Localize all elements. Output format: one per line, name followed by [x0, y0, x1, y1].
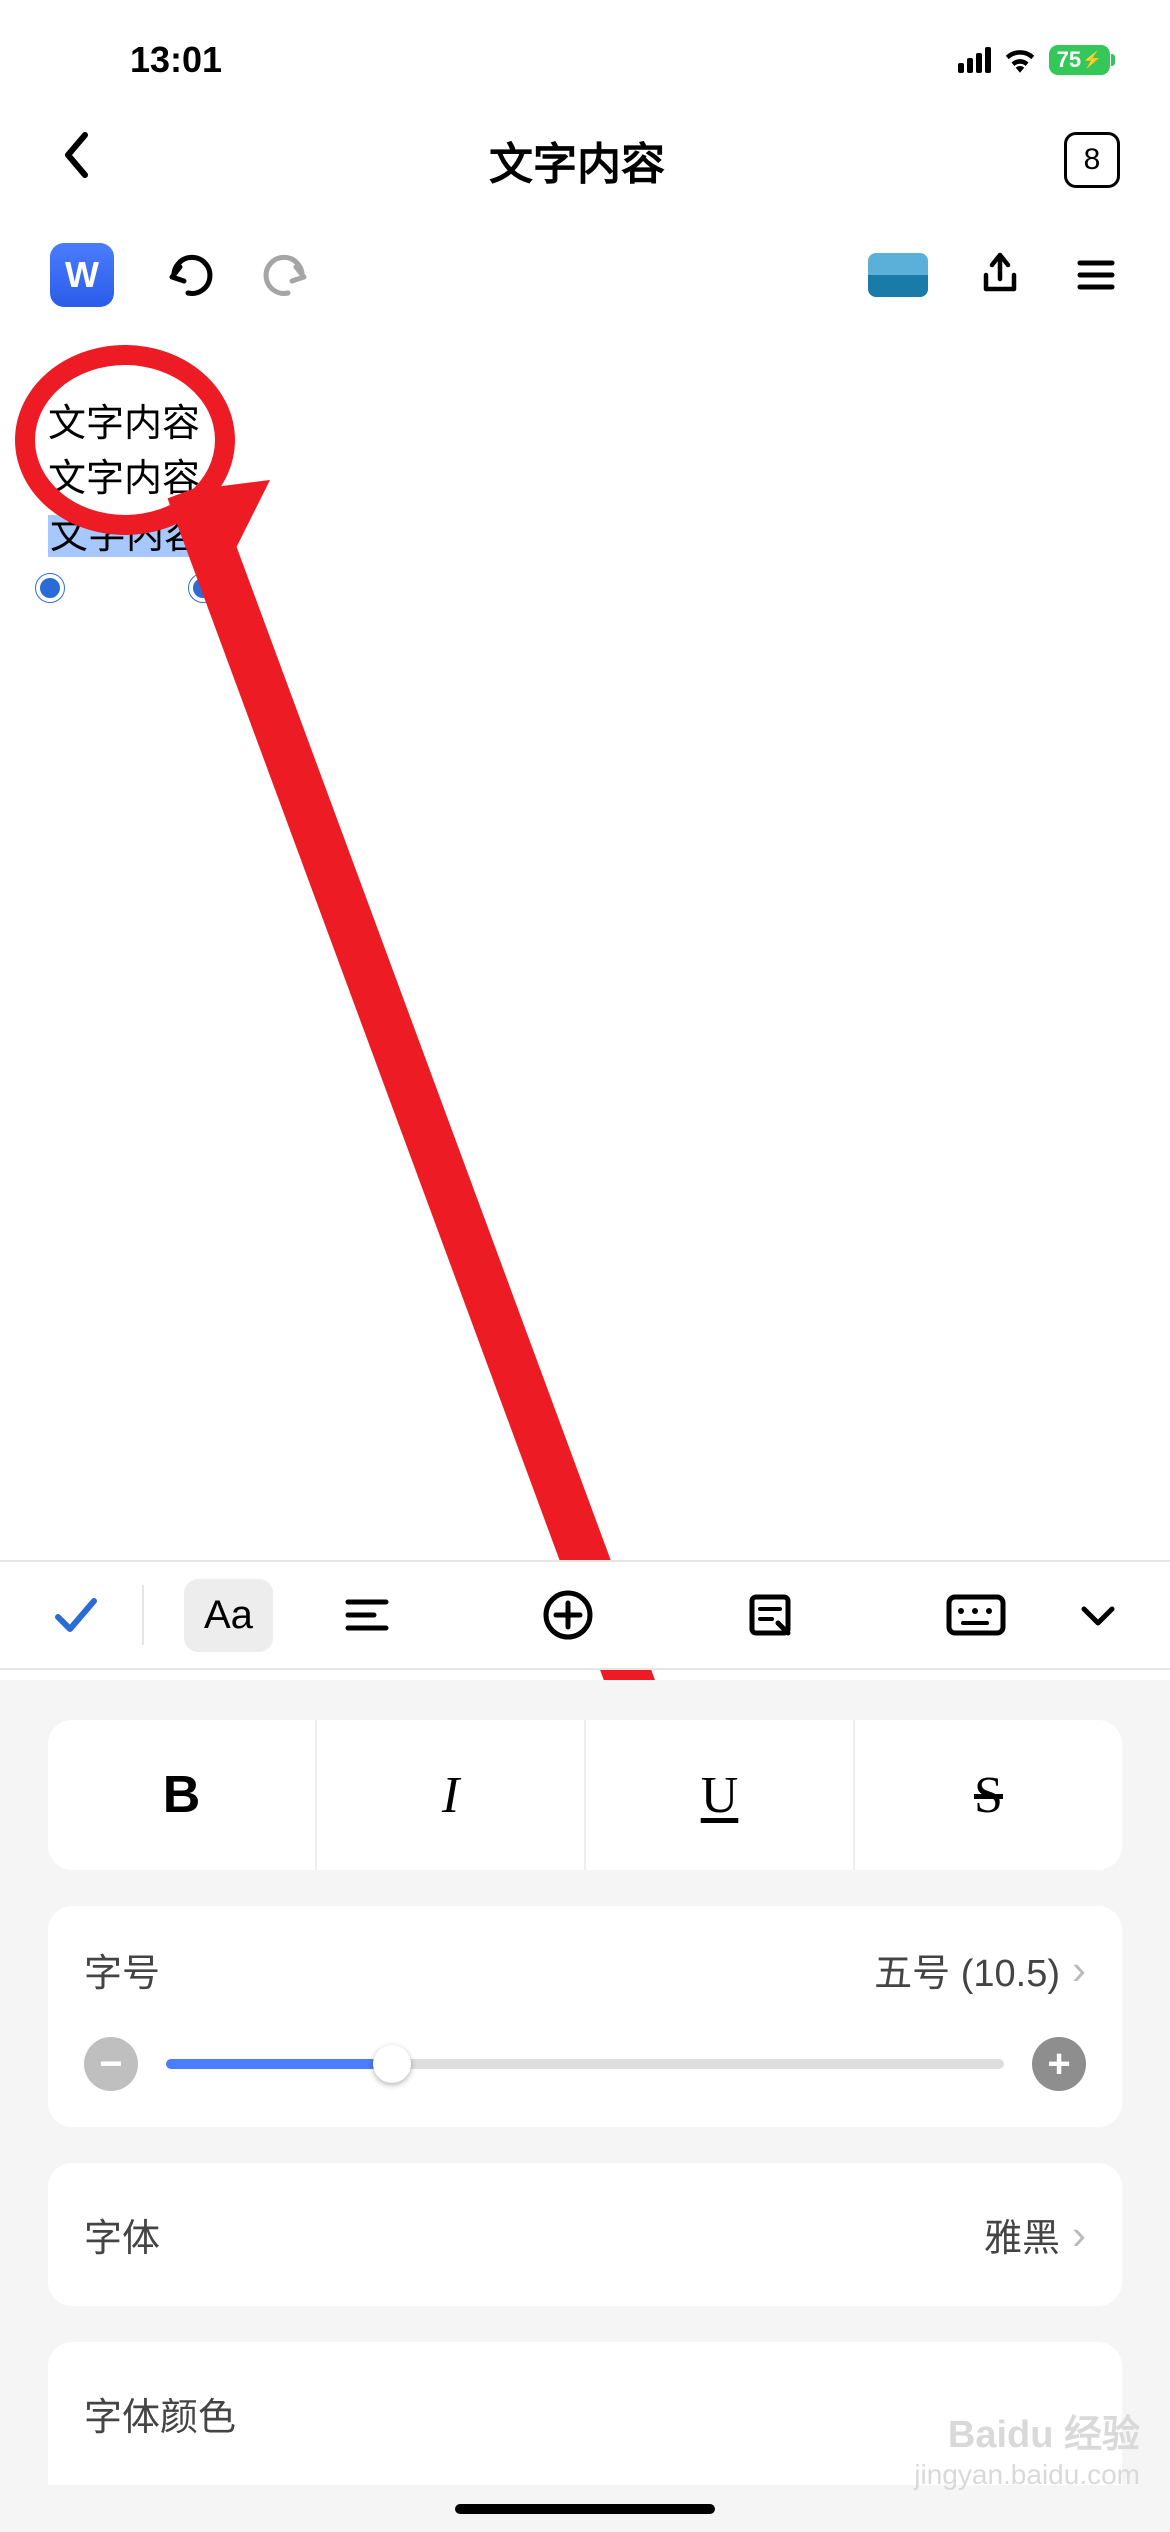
status-bar: 13:01 75⚡ — [0, 0, 1170, 100]
chevron-right-icon: › — [1072, 1946, 1086, 1994]
undo-button[interactable] — [162, 249, 214, 301]
slider-thumb[interactable] — [373, 2045, 411, 2083]
chevron-right-icon: › — [1072, 2211, 1086, 2259]
battery-percent: 75 — [1057, 47, 1081, 73]
bold-button[interactable]: B — [48, 1720, 317, 1870]
paragraph-tab[interactable] — [342, 1590, 392, 1640]
font-family-label: 字体 — [84, 2207, 160, 2262]
text-style-row: B I U S — [48, 1720, 1122, 1870]
watermark: Baidu 经验 jingyan.baidu.com — [914, 2413, 1140, 2492]
keyboard-tab[interactable] — [945, 1591, 1007, 1639]
font-color-label: 字体颜色 — [84, 2386, 236, 2441]
italic-button[interactable]: I — [317, 1720, 586, 1870]
font-size-slider-row: − + — [84, 2037, 1086, 2091]
text-line[interactable]: 文字内容 — [48, 455, 1122, 504]
underline-button[interactable]: U — [586, 1720, 855, 1870]
menu-button[interactable] — [1072, 251, 1120, 299]
font-size-card: 字号 五号 (10.5) › − + — [48, 1906, 1122, 2127]
nav-header: 文字内容 8 — [0, 100, 1170, 220]
format-tab-bar: Aa — [0, 1560, 1170, 1670]
page-title: 文字内容 — [90, 128, 1064, 192]
charging-icon: ⚡ — [1082, 50, 1102, 70]
text-format-tab[interactable]: Aa — [184, 1579, 273, 1652]
insert-tab[interactable] — [541, 1588, 595, 1642]
text-line-selected[interactable]: 文字内容 — [48, 511, 1122, 562]
back-button[interactable] — [50, 128, 90, 193]
divider — [142, 1585, 144, 1645]
tab-count-button[interactable]: 8 — [1064, 132, 1120, 188]
theme-thumbnail[interactable] — [868, 253, 928, 297]
cellular-signal-icon — [958, 47, 991, 73]
redo-button[interactable] — [262, 249, 314, 301]
font-size-row[interactable]: 字号 五号 (10.5) › — [84, 1942, 1086, 1997]
selection-handle-end[interactable] — [189, 574, 217, 602]
status-time: 13:01 — [130, 39, 222, 81]
increase-size-button[interactable]: + — [1032, 2037, 1086, 2091]
home-indicator[interactable] — [455, 2504, 715, 2514]
selection-handle-start[interactable] — [36, 574, 64, 602]
font-size-value: 五号 (10.5) — [874, 1942, 1060, 1997]
app-toolbar: W — [0, 220, 1170, 330]
done-button[interactable] — [50, 1589, 102, 1641]
font-family-row[interactable]: 字体 雅黑 › — [48, 2163, 1122, 2306]
status-indicators: 75⚡ — [958, 45, 1110, 75]
battery-indicator: 75⚡ — [1049, 45, 1110, 75]
text-line[interactable]: 文字内容 — [48, 400, 1122, 449]
review-tab[interactable] — [744, 1589, 796, 1641]
selected-text[interactable]: 文字内容 — [48, 515, 207, 557]
strikethrough-button[interactable]: S — [855, 1720, 1122, 1870]
decrease-size-button[interactable]: − — [84, 2037, 138, 2091]
document-canvas[interactable]: 文字内容 文字内容 文字内容 — [0, 330, 1170, 562]
font-size-slider[interactable] — [166, 2059, 1004, 2069]
format-panel: B I U S 字号 五号 (10.5) › − + 字体 雅黑 › 字体 — [0, 1680, 1170, 2532]
word-app-icon[interactable]: W — [50, 243, 114, 307]
font-family-value: 雅黑 — [984, 2207, 1060, 2262]
collapse-panel-button[interactable] — [1076, 1593, 1120, 1637]
share-button[interactable] — [976, 251, 1024, 299]
font-size-label: 字号 — [84, 1942, 160, 1997]
wifi-icon — [1003, 47, 1037, 73]
